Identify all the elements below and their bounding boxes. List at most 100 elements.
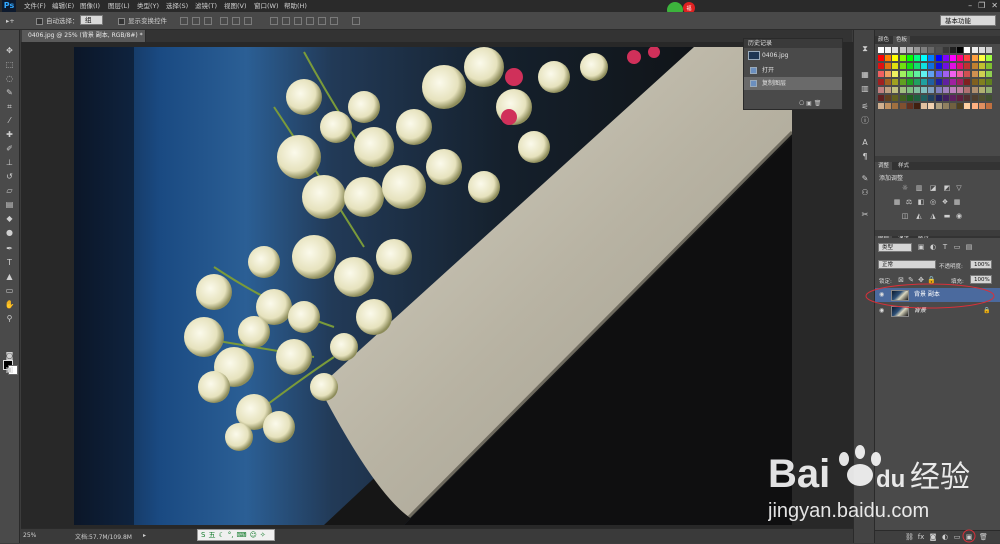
type-tool-icon[interactable]: T bbox=[4, 257, 15, 268]
color-swatch[interactable] bbox=[914, 63, 920, 69]
color-swatch[interactable] bbox=[986, 103, 992, 109]
color-swatch[interactable] bbox=[928, 87, 935, 93]
curves-icon[interactable]: ◪ bbox=[929, 184, 937, 192]
tab-styles[interactable]: 样式 bbox=[895, 162, 912, 170]
color-swatch[interactable] bbox=[899, 95, 906, 101]
color-swatch[interactable] bbox=[906, 55, 913, 61]
filter-shape-icon[interactable]: ▭ bbox=[953, 243, 961, 251]
history-icon[interactable]: ⧗ bbox=[860, 44, 870, 54]
menu-image[interactable]: 图像(I) bbox=[80, 1, 100, 11]
color-swatch[interactable] bbox=[978, 55, 985, 61]
color-swatch[interactable] bbox=[978, 47, 985, 53]
menu-help[interactable]: 帮助(H) bbox=[284, 1, 307, 11]
clone-stamp-icon[interactable]: ⊥ bbox=[4, 157, 15, 168]
document-tab[interactable]: 0406.jpg @ 25% (背景 副本, RGB/8#) * bbox=[22, 30, 146, 42]
new-adjustment-icon[interactable]: ◐ bbox=[941, 533, 949, 541]
menu-view[interactable]: 视图(V) bbox=[224, 1, 247, 11]
lasso-tool-icon[interactable]: ◌ bbox=[4, 73, 15, 84]
filter-type-icon[interactable]: T bbox=[941, 243, 949, 251]
color-swatch[interactable] bbox=[986, 63, 992, 69]
color-swatch[interactable] bbox=[928, 63, 935, 69]
blur-tool-icon[interactable]: ◆ bbox=[4, 213, 15, 224]
color-swatch[interactable] bbox=[928, 95, 935, 101]
marquee-tool-icon[interactable]: ⬚ bbox=[4, 59, 15, 70]
color-swatch[interactable] bbox=[892, 87, 899, 93]
color-swatch[interactable] bbox=[957, 79, 964, 85]
eyedropper-tool-icon[interactable]: ⁄ bbox=[4, 115, 15, 126]
document-photo[interactable] bbox=[74, 47, 792, 525]
color-swatch[interactable] bbox=[928, 71, 935, 77]
channel-mixer-icon[interactable]: ❖ bbox=[941, 198, 949, 206]
color-swatch[interactable] bbox=[935, 103, 942, 109]
dodge-tool-icon[interactable]: ● bbox=[4, 227, 15, 238]
color-swatch[interactable] bbox=[899, 63, 906, 69]
distribute-top-icon[interactable] bbox=[270, 17, 278, 25]
status-arrow-icon[interactable]: ▸ bbox=[143, 532, 146, 539]
color-swatch[interactable] bbox=[971, 55, 978, 61]
ime-mode-label[interactable]: 五 bbox=[208, 530, 215, 540]
moon-icon[interactable]: ☾ bbox=[218, 531, 224, 539]
history-snapshot[interactable]: 0406.jpg bbox=[744, 49, 842, 62]
color-swatch[interactable] bbox=[892, 55, 899, 61]
align-top-icon[interactable] bbox=[180, 17, 188, 25]
layer-style-icon[interactable]: fx bbox=[917, 533, 925, 541]
hue-icon[interactable]: ▦ bbox=[893, 198, 901, 206]
blend-mode-dropdown[interactable]: 正常 bbox=[878, 260, 936, 269]
paragraph-icon[interactable]: ¶ bbox=[860, 152, 870, 162]
posterize-icon[interactable]: ◭ bbox=[915, 212, 923, 220]
crop-tool-icon[interactable]: ⌗ bbox=[4, 101, 15, 112]
color-swatch[interactable] bbox=[878, 47, 884, 53]
shape-tool-icon[interactable]: ▭ bbox=[4, 285, 15, 296]
color-swatch[interactable] bbox=[885, 71, 892, 77]
color-swatch[interactable] bbox=[878, 63, 884, 69]
info-icon[interactable]: ▥ bbox=[860, 84, 870, 94]
delete-layer-icon[interactable]: 🗑 bbox=[979, 533, 988, 541]
align-left-icon[interactable] bbox=[220, 17, 228, 25]
color-swatch[interactable] bbox=[914, 47, 920, 53]
color-swatch[interactable] bbox=[986, 87, 992, 93]
color-swatch[interactable] bbox=[942, 87, 949, 93]
color-swatch[interactable] bbox=[964, 55, 971, 61]
color-swatch[interactable] bbox=[964, 87, 971, 93]
menu-type[interactable]: 类型(Y) bbox=[137, 1, 159, 11]
bw-icon[interactable]: ◧ bbox=[917, 198, 925, 206]
invert-icon[interactable]: ◫ bbox=[901, 212, 909, 220]
color-swatch[interactable] bbox=[950, 63, 956, 69]
color-swatch[interactable] bbox=[921, 79, 928, 85]
color-swatch[interactable] bbox=[899, 55, 906, 61]
exposure-icon[interactable]: ◩ bbox=[943, 184, 951, 192]
color-swatch[interactable] bbox=[942, 79, 949, 85]
layer-mask-icon[interactable]: ◙ bbox=[929, 533, 937, 541]
align-hcenter-icon[interactable] bbox=[232, 17, 240, 25]
close-button[interactable]: ✕ bbox=[991, 0, 998, 12]
zoom-tool-icon[interactable]: ⚲ bbox=[4, 313, 15, 324]
color-swatch[interactable] bbox=[971, 47, 978, 53]
tools-icon[interactable]: ✧ bbox=[260, 531, 266, 539]
tab-swatches[interactable]: 色板 bbox=[893, 36, 911, 44]
color-swatch[interactable] bbox=[957, 103, 964, 109]
color-swatch[interactable] bbox=[986, 79, 992, 85]
tab-adjustments[interactable]: 调整 bbox=[875, 162, 893, 170]
color-swatch[interactable] bbox=[957, 63, 964, 69]
distribute-left-icon[interactable] bbox=[306, 17, 314, 25]
color-swatch[interactable] bbox=[921, 103, 928, 109]
brush-icon[interactable]: ✎ bbox=[860, 174, 870, 184]
color-swatch[interactable] bbox=[971, 103, 978, 109]
color-swatch[interactable] bbox=[957, 87, 964, 93]
tool-presets-icon[interactable]: ✂ bbox=[860, 210, 870, 220]
distribute-hcenter-icon[interactable] bbox=[318, 17, 326, 25]
properties-icon[interactable]: ▦ bbox=[860, 70, 870, 80]
color-swatch[interactable] bbox=[935, 63, 942, 69]
zoom-level[interactable]: 25% bbox=[23, 532, 36, 539]
opacity-input[interactable]: 100% bbox=[970, 260, 992, 269]
color-swatch[interactable] bbox=[878, 79, 884, 85]
color-swatch[interactable] bbox=[942, 71, 949, 77]
color-swatch[interactable] bbox=[950, 55, 956, 61]
color-swatch[interactable] bbox=[942, 103, 949, 109]
color-swatch[interactable] bbox=[978, 63, 985, 69]
align-right-icon[interactable] bbox=[244, 17, 252, 25]
color-swatch[interactable] bbox=[906, 63, 913, 69]
color-swatch[interactable] bbox=[878, 103, 884, 109]
color-lookup-icon[interactable]: ▦ bbox=[953, 198, 961, 206]
color-swatch[interactable] bbox=[950, 71, 956, 77]
